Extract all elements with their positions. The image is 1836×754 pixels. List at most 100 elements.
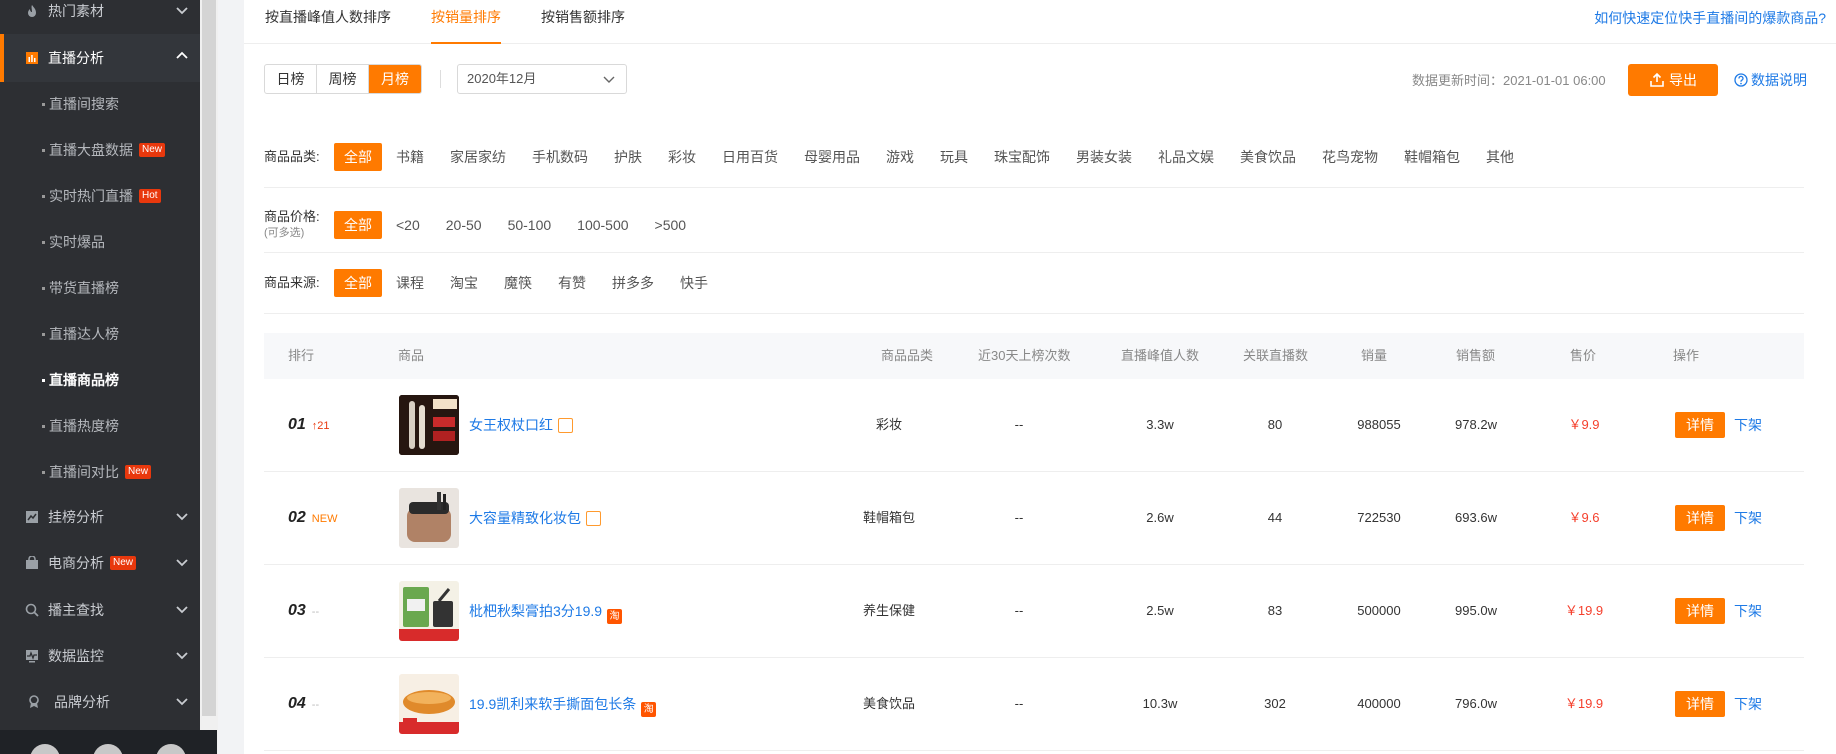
new-badge: New [110,556,137,570]
price-chip[interactable]: 100-500 [577,211,628,239]
sidebar-item-live-talent-rank[interactable]: 直播达人榜 [0,311,200,357]
category-chip-all[interactable]: 全部 [334,143,382,171]
period-month-button[interactable]: 月榜 [369,65,421,93]
table-header: 排行 商品 商品品类 近30天上榜次数 直播峰值人数 关联直播数 销量 销售额 … [264,333,1804,379]
product-name-link[interactable]: 19.9凯利来软手撕面包长条 [469,696,636,712]
table-row[interactable]: 01 ↑21 女王权杖口红 彩妆 -- 3.3w 80 988055 978.2w… [264,379,1804,472]
category-chip[interactable]: 彩妆 [668,143,696,171]
price-cell: ￥19.9 [1564,603,1604,618]
offshelf-link[interactable]: 下架 [1734,694,1762,714]
sidebar-item-live-compare[interactable]: 直播间对比 New [0,449,200,495]
product-thumbnail[interactable] [399,674,459,734]
nav-item-data-monitor[interactable]: 数据监控 [0,633,200,679]
product-name-link[interactable]: 大容量精致化妆包 [469,510,581,526]
sidebar-item-realtime-hit[interactable]: 实时爆品 [0,219,200,265]
month-select[interactable]: 2020年12月 [457,64,627,94]
sidebar-item-live-heat-rank[interactable]: 直播热度榜 [0,403,200,449]
category-chip[interactable]: 母婴用品 [804,143,860,171]
related-lives-cell: 44 [1267,510,1283,525]
product-name-link[interactable]: 枇杷秋梨膏拍3分19.9 [469,603,602,619]
table-row[interactable]: 02 NEW 大容量精致化妆包 鞋帽箱包 -- 2.6w 44 722530 69… [264,472,1804,565]
sidebar-item-live-product-rank[interactable]: 直播商品榜 [0,357,200,403]
offshelf-link[interactable]: 下架 [1734,415,1762,435]
main-panel: 按直播峰值人数排序 按销量排序 按销售额排序 如何快速定位快手直播间的爆款商品?… [244,0,1836,754]
detail-button[interactable]: 详情 [1675,412,1725,438]
product-thumbnail[interactable] [399,581,459,641]
offshelf-link[interactable]: 下架 [1734,601,1762,621]
category-chip[interactable]: 游戏 [886,143,914,171]
detail-button[interactable]: 详情 [1675,505,1725,531]
category-chip[interactable]: 手机数码 [532,143,588,171]
period-week-button[interactable]: 周榜 [317,65,369,93]
footer-avatar-icon[interactable] [30,744,60,754]
sidebar-footer [0,730,217,754]
nav-item-chart-analysis[interactable]: 挂榜分析 [0,494,200,540]
detail-button[interactable]: 详情 [1675,691,1725,717]
source-chip[interactable]: 有赞 [558,269,586,297]
price-chip[interactable]: <20 [396,211,420,239]
chevron-down-icon [176,606,188,614]
revenue-cell: 995.0w [1455,603,1497,618]
tab-sort-revenue[interactable]: 按销售额排序 [541,0,625,44]
product-name-link[interactable]: 女王权杖口红 [469,417,553,433]
category-chip[interactable]: 日用百货 [722,143,778,171]
source-chip[interactable]: 拼多多 [612,269,654,297]
category-chip[interactable]: 玩具 [940,143,968,171]
chevron-down-icon [176,698,188,706]
source-chip[interactable]: 魔筷 [504,269,532,297]
category-chip[interactable]: 其他 [1486,143,1514,171]
category-chip[interactable]: 男装女装 [1076,143,1132,171]
data-description-link[interactable]: 数据说明 [1734,70,1807,90]
table-row[interactable]: 04 -- 19.9凯利来软手撕面包长条淘 美食饮品 -- 10.3w 302 4… [264,658,1804,751]
category-chip[interactable]: 珠宝配饰 [994,143,1050,171]
source-chip[interactable]: 快手 [680,269,708,297]
category-chip[interactable]: 护肤 [614,143,642,171]
product-thumbnail[interactable] [399,395,459,455]
tab-sort-peak[interactable]: 按直播峰值人数排序 [265,0,391,44]
category-cell: 美食饮品 [862,696,915,711]
export-button[interactable]: 导出 [1628,64,1718,96]
data-description-label: 数据说明 [1751,72,1807,88]
fire-icon [24,3,40,19]
category-cell: 彩妆 [875,417,902,432]
footer-action-icon[interactable] [93,744,123,754]
source-chip[interactable]: 课程 [396,269,424,297]
category-chip[interactable]: 礼品文娱 [1158,143,1214,171]
nav-item-ecommerce-analysis[interactable]: 电商分析 New [0,540,200,586]
price-chip-all[interactable]: 全部 [334,211,382,239]
divider [264,313,1804,314]
column-header: 销量 [1361,348,1388,363]
source-chip-all[interactable]: 全部 [334,269,382,297]
detail-button[interactable]: 详情 [1675,598,1725,624]
nav-item-live-analysis[interactable]: 直播分析 [0,34,200,82]
category-chip[interactable]: 鞋帽箱包 [1404,143,1460,171]
sidebar-item-sales-live-rank[interactable]: 带货直播榜 [0,265,200,311]
product-thumbnail[interactable] [399,488,459,548]
category-chip[interactable]: 书籍 [396,143,424,171]
nav-item-brand-analysis[interactable]: 品牌分析 [0,679,200,725]
times-cell: -- [1014,417,1024,432]
nav-item-hot-material[interactable]: 热门素材 [0,0,200,34]
help-link[interactable]: 如何快速定位快手直播间的爆款商品? [1594,8,1826,28]
sidebar-item-realtime-hot-live[interactable]: 实时热门直播 Hot [0,173,200,219]
medal-icon [26,694,42,710]
category-chip[interactable]: 家居家纺 [450,143,506,171]
source-chip[interactable]: 淘宝 [450,269,478,297]
footer-action-icon[interactable] [156,744,186,754]
sidebar-item-live-market[interactable]: 直播大盘数据 New [0,127,200,173]
price-chip[interactable]: 50-100 [508,211,552,239]
category-chip[interactable]: 花鸟宠物 [1322,143,1378,171]
period-day-button[interactable]: 日榜 [265,65,317,93]
offshelf-link[interactable]: 下架 [1734,508,1762,528]
sidebar-scrollbar[interactable] [202,0,216,716]
price-chip[interactable]: 20-50 [446,211,482,239]
new-badge: New [139,143,166,157]
hot-badge: Hot [139,189,161,203]
tab-sort-sales[interactable]: 按销量排序 [431,0,501,44]
table-row[interactable]: 03 -- 枇杷秋梨膏拍3分19.9 淘 养生保健 -- 2.5w 83 50000… [264,565,1804,658]
price-chip[interactable]: >500 [655,211,687,239]
category-chip[interactable]: 美食饮品 [1240,143,1296,171]
nav-item-anchor-search[interactable]: 播主查找 [0,587,200,633]
category-filter: 商品品类: 全部 书籍 家居家纺 手机数码 护肤 彩妆 日用百货 母婴用品 游戏… [264,142,1540,172]
sidebar-item-live-search[interactable]: 直播间搜索 [0,81,200,127]
